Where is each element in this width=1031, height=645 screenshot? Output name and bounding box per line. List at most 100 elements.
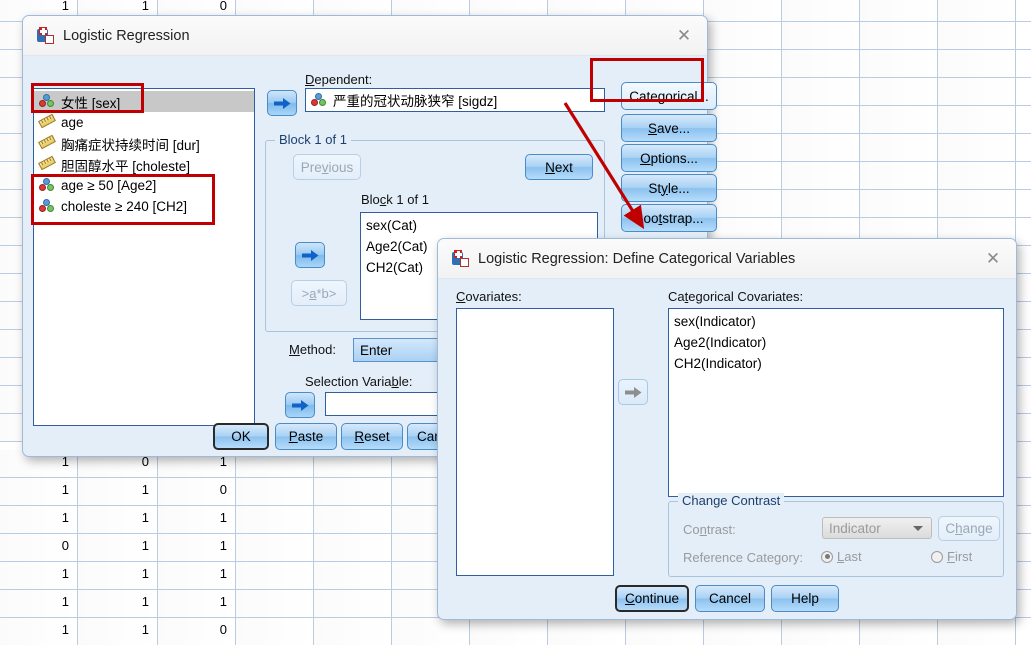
- table-cell[interactable]: [938, 134, 1016, 161]
- table-cell[interactable]: [704, 0, 782, 21]
- options-button[interactable]: Options...: [621, 144, 717, 172]
- close-icon[interactable]: ✕: [980, 246, 1006, 272]
- table-cell[interactable]: [470, 618, 548, 645]
- table-cell[interactable]: 1: [0, 618, 78, 645]
- table-cell[interactable]: [704, 22, 782, 49]
- list-item[interactable]: 胆固醇水平 [choleste]: [34, 154, 254, 175]
- table-cell[interactable]: [938, 190, 1016, 217]
- table-cell[interactable]: [236, 478, 314, 505]
- table-cell[interactable]: [314, 590, 392, 617]
- table-cell[interactable]: 1: [78, 562, 158, 589]
- move-to-selection-button[interactable]: [285, 392, 315, 418]
- table-cell[interactable]: [860, 22, 938, 49]
- table-cell[interactable]: [782, 22, 860, 49]
- table-cell[interactable]: [782, 618, 860, 645]
- covariates-list[interactable]: [456, 308, 614, 576]
- move-to-covariates-button[interactable]: [295, 242, 325, 268]
- reset-button[interactable]: Reset: [341, 423, 403, 450]
- table-cell[interactable]: [938, 78, 1016, 105]
- table-cell[interactable]: [938, 618, 1016, 645]
- table-cell[interactable]: [548, 618, 626, 645]
- table-cell[interactable]: [314, 534, 392, 561]
- table-cell[interactable]: [626, 618, 704, 645]
- table-cell[interactable]: 1: [158, 590, 236, 617]
- list-item[interactable]: age: [34, 112, 254, 133]
- move-to-dependent-button[interactable]: [267, 90, 297, 116]
- help-button[interactable]: Help: [771, 585, 839, 612]
- close-icon[interactable]: ✕: [671, 23, 697, 49]
- save-button[interactable]: Save...: [621, 114, 717, 142]
- paste-button[interactable]: Paste: [275, 423, 337, 450]
- table-cell[interactable]: 1: [158, 506, 236, 533]
- cancel-button[interactable]: Cancel: [695, 585, 765, 612]
- list-item[interactable]: CH2(Indicator): [669, 353, 1003, 374]
- table-cell[interactable]: 0: [158, 478, 236, 505]
- table-cell[interactable]: [704, 50, 782, 77]
- table-cell[interactable]: [314, 618, 392, 645]
- reference-last-radio[interactable]: Last: [821, 549, 862, 564]
- table-cell[interactable]: [860, 50, 938, 77]
- table-cell[interactable]: [236, 618, 314, 645]
- table-cell[interactable]: 1: [0, 506, 78, 533]
- dependent-field[interactable]: 严重的冠状动脉狭窄 [sigdz]: [305, 88, 605, 112]
- table-cell[interactable]: [704, 618, 782, 645]
- table-cell[interactable]: [782, 106, 860, 133]
- list-item[interactable]: choleste ≥ 240 [CH2]: [34, 196, 254, 217]
- table-cell[interactable]: 1: [158, 562, 236, 589]
- reference-first-radio[interactable]: First: [931, 549, 972, 564]
- table-cell[interactable]: [860, 618, 938, 645]
- categorical-button[interactable]: Categorical...: [621, 82, 717, 110]
- table-cell[interactable]: [938, 0, 1016, 21]
- table-cell[interactable]: [860, 0, 938, 21]
- table-cell[interactable]: 1: [78, 618, 158, 645]
- categorical-covariates-list[interactable]: sex(Indicator)Age2(Indicator)CH2(Indicat…: [668, 308, 1004, 497]
- list-item[interactable]: 胸痛症状持续时间 [dur]: [34, 133, 254, 154]
- table-cell[interactable]: [938, 50, 1016, 77]
- variable-list[interactable]: 女性 [sex]age胸痛症状持续时间 [dur]胆固醇水平 [choleste…: [33, 88, 255, 426]
- table-cell[interactable]: [938, 106, 1016, 133]
- table-cell[interactable]: [860, 78, 938, 105]
- table-cell[interactable]: 1: [78, 590, 158, 617]
- main-dialog-titlebar[interactable]: Logistic Regression ✕: [23, 16, 707, 56]
- table-cell[interactable]: 1: [0, 590, 78, 617]
- table-cell[interactable]: [860, 106, 938, 133]
- table-cell[interactable]: [860, 190, 938, 217]
- list-item[interactable]: sex(Indicator): [669, 311, 1003, 332]
- transfer-covariate-button[interactable]: [618, 379, 648, 405]
- table-cell[interactable]: [392, 618, 470, 645]
- table-cell[interactable]: [236, 590, 314, 617]
- previous-button[interactable]: Previous: [293, 154, 361, 180]
- table-cell[interactable]: [314, 562, 392, 589]
- continue-button[interactable]: Continue: [615, 585, 689, 612]
- table-cell[interactable]: [782, 134, 860, 161]
- table-cell[interactable]: 1: [78, 534, 158, 561]
- table-cell[interactable]: [860, 162, 938, 189]
- table-cell[interactable]: [782, 190, 860, 217]
- table-cell[interactable]: [938, 162, 1016, 189]
- table-cell[interactable]: 1: [78, 478, 158, 505]
- table-cell[interactable]: [314, 506, 392, 533]
- list-item[interactable]: 女性 [sex]: [34, 91, 254, 112]
- list-item[interactable]: age ≥ 50 [Age2]: [34, 175, 254, 196]
- table-cell[interactable]: 0: [0, 534, 78, 561]
- style-button[interactable]: Style...: [621, 174, 717, 202]
- table-cell[interactable]: [236, 534, 314, 561]
- list-item[interactable]: sex(Cat): [361, 215, 597, 236]
- cat-dialog-titlebar[interactable]: Logistic Regression: Define Categorical …: [438, 239, 1016, 279]
- table-cell[interactable]: [236, 506, 314, 533]
- interaction-button[interactable]: >a*b>: [291, 280, 347, 306]
- change-button[interactable]: Change: [938, 516, 1000, 541]
- list-item[interactable]: Age2(Indicator): [669, 332, 1003, 353]
- table-cell[interactable]: 1: [0, 562, 78, 589]
- table-cell[interactable]: [782, 162, 860, 189]
- table-cell[interactable]: [782, 0, 860, 21]
- contrast-select[interactable]: Indicator: [822, 517, 932, 539]
- table-cell[interactable]: 1: [0, 478, 78, 505]
- bootstrap-button[interactable]: Bootstrap...: [621, 204, 717, 232]
- next-button[interactable]: Next: [525, 154, 593, 180]
- table-cell[interactable]: [782, 78, 860, 105]
- table-cell[interactable]: [314, 478, 392, 505]
- table-cell[interactable]: [938, 22, 1016, 49]
- ok-button[interactable]: OK: [213, 423, 269, 450]
- table-cell[interactable]: 1: [78, 506, 158, 533]
